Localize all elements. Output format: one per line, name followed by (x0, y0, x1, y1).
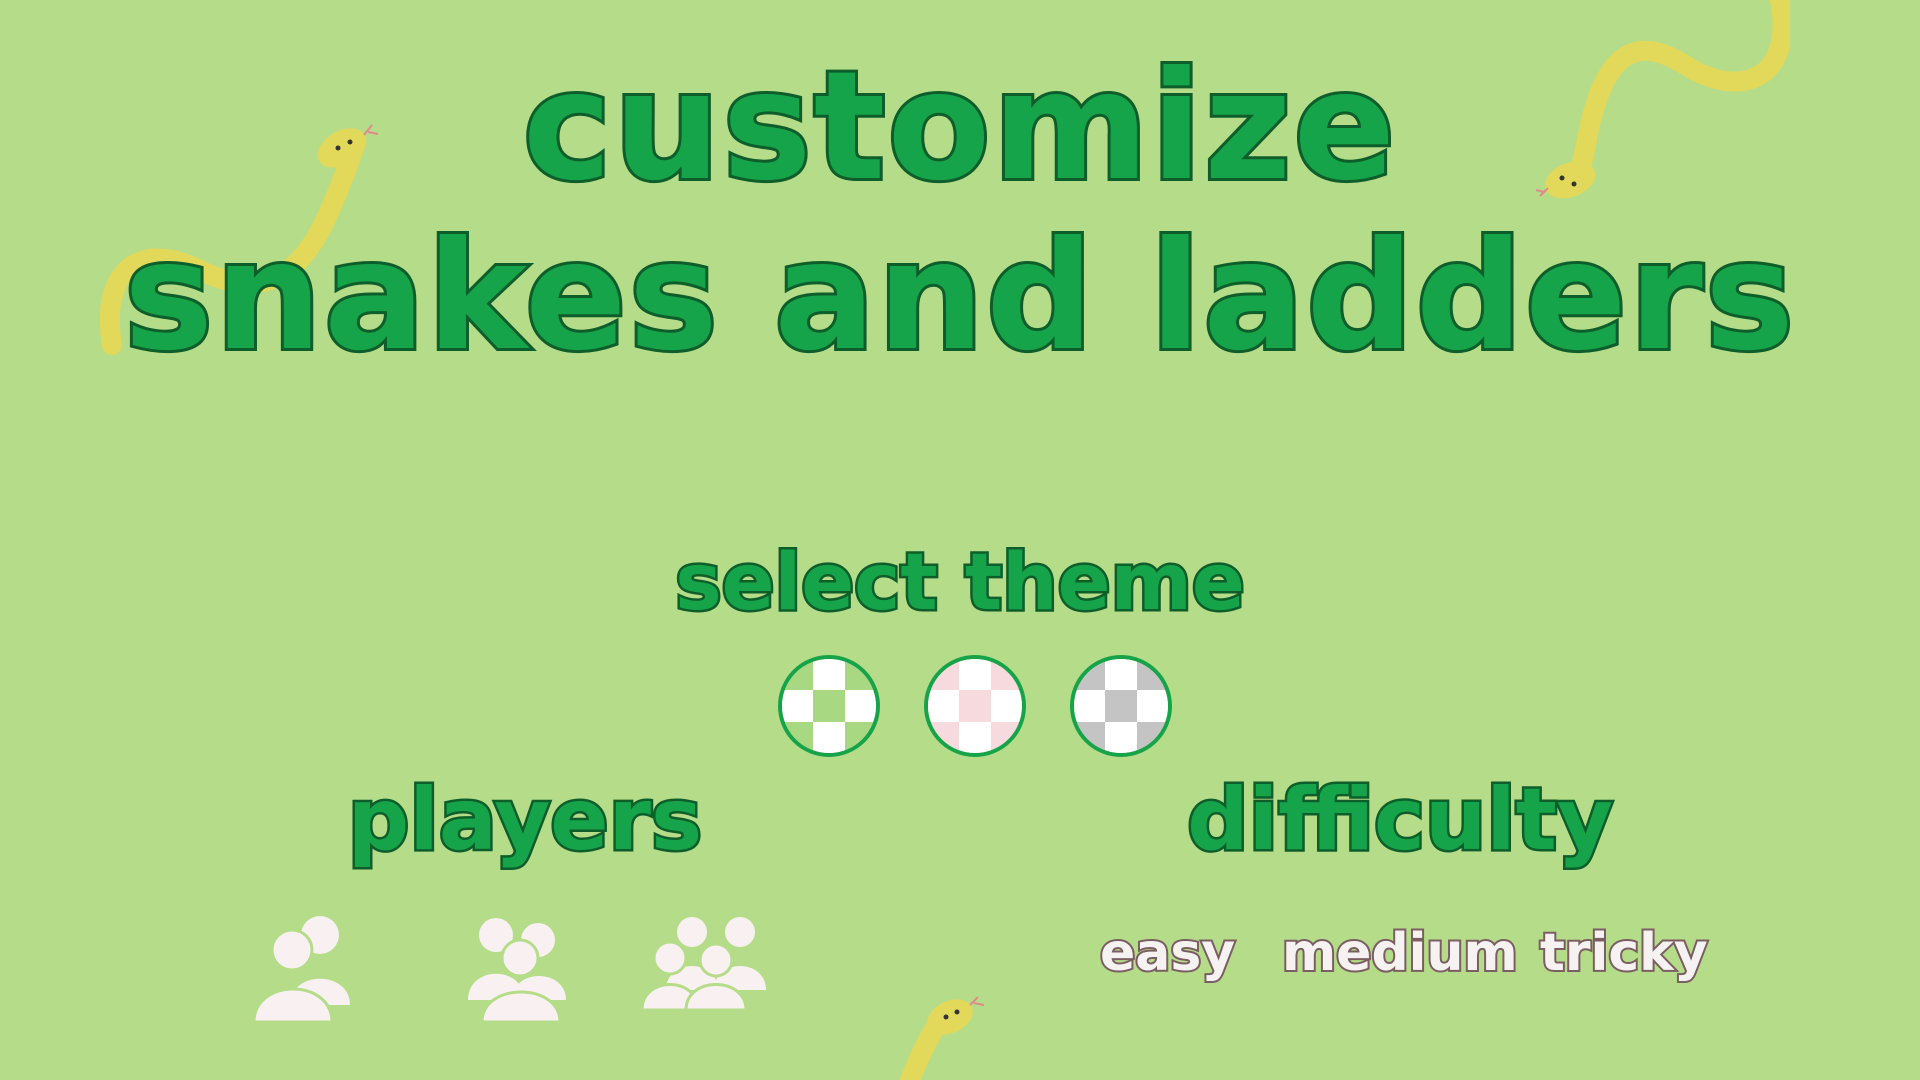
theme-swatch-cell (1074, 721, 1106, 753)
theme-swatch-cell (782, 690, 814, 722)
three-players-icon[interactable] (468, 910, 578, 1025)
theme-option-green[interactable] (778, 655, 880, 757)
theme-swatch-cell (990, 690, 1022, 722)
four-players-icon[interactable] (642, 910, 772, 1025)
theme-swatch-cell (813, 659, 845, 691)
theme-swatch-cell (1074, 659, 1106, 691)
theme-swatch-cell (813, 690, 845, 722)
theme-swatch-cell (1105, 721, 1137, 753)
two-players-icon[interactable] (252, 910, 362, 1025)
theme-swatch-cell (1136, 690, 1168, 722)
theme-swatch-cell (844, 659, 876, 691)
theme-swatch-cell (959, 659, 991, 691)
theme-swatch-cell (782, 721, 814, 753)
theme-swatch-cell (844, 721, 876, 753)
difficulty-medium-button[interactable]: medium (1280, 918, 1520, 988)
theme-swatch-cell (959, 721, 991, 753)
theme-swatch-cell (990, 721, 1022, 753)
theme-swatch-cell (959, 690, 991, 722)
theme-swatch-cell (1105, 690, 1137, 722)
page-title-line-2: snakes and ladders (121, 207, 1797, 387)
difficulty-easy-button[interactable]: easy (1098, 918, 1237, 988)
difficulty-heading: difficulty (1185, 768, 1616, 873)
snake-bottom-decoration (900, 996, 985, 1080)
theme-option-grey[interactable] (1070, 655, 1172, 757)
page-title-line-1: customize (520, 37, 1399, 217)
theme-swatch-cell (1136, 659, 1168, 691)
theme-swatch-cell (928, 721, 960, 753)
theme-swatch-cell (1074, 690, 1106, 722)
theme-swatch-cell (1105, 659, 1137, 691)
theme-swatch-cell (928, 690, 960, 722)
select-theme-heading: select theme (673, 536, 1248, 631)
theme-option-pink[interactable] (924, 655, 1026, 757)
theme-swatch-cell (844, 690, 876, 722)
theme-swatch-cell (782, 659, 814, 691)
difficulty-tricky-button[interactable]: tricky (1538, 918, 1710, 988)
theme-swatch-cell (1136, 721, 1168, 753)
players-heading: players (345, 768, 704, 873)
theme-swatch-cell (813, 721, 845, 753)
theme-swatch-cell (928, 659, 960, 691)
theme-swatch-cell (990, 659, 1022, 691)
